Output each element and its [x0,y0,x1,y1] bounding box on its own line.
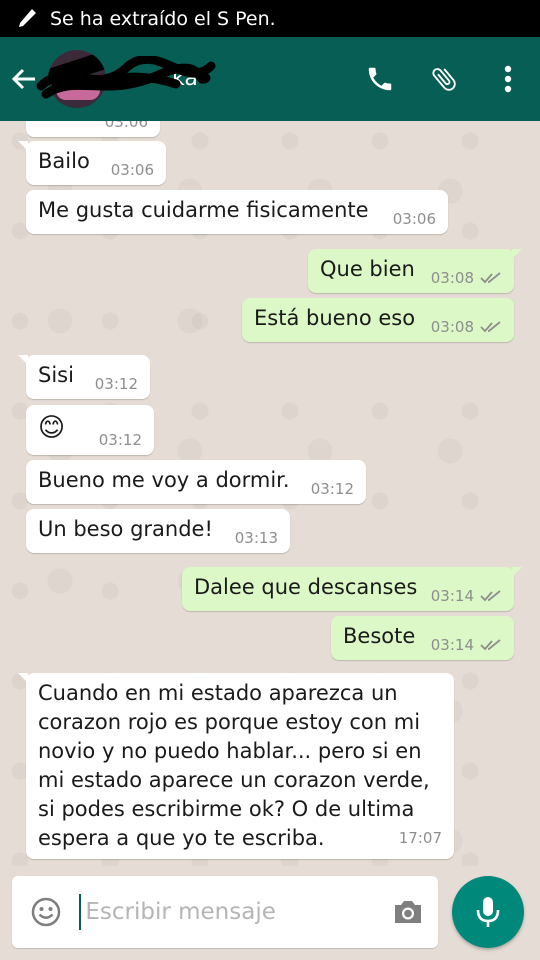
status-notification: Se ha extraído el S Pen. [50,7,276,30]
camera-icon [395,901,422,923]
message-bubble-incoming: Bueno me voy a dormir. 03:12 [26,460,366,504]
message-meta: 03:14 [431,636,502,654]
message-text: Está bueno eso [254,306,416,330]
message-time: 03:12 [94,375,138,393]
message-time: 17:07 [398,829,442,847]
message-bubble-incoming: Un beso grande! 03:13 [26,509,290,553]
message-list[interactable]: 03:06 Bailo 03:06 Me gusta cuidarme fisi… [0,121,540,866]
message-text: Sisi [38,363,74,387]
message-bubble-outgoing: Que bien 03:08 [308,249,522,293]
smiley-icon [31,897,60,927]
message-bubble-incoming: 😊 03:12 [26,405,154,455]
message-text: Dalee que descanses [194,575,418,599]
message-text: Que bien [320,257,415,281]
message-time: 03:06 [392,210,436,228]
more-vert-icon [504,65,512,93]
more-options-button[interactable] [476,37,540,121]
status-bar: Se ha extraído el S Pen. [0,0,540,37]
paperclip-icon [432,68,456,91]
message-time: 03:12 [310,480,354,498]
message-text: Un beso grande! [38,517,213,541]
message-text: Me gusta cuidarme fisicamente [38,198,369,222]
smiley-emoji: 😊 [38,413,66,443]
composer-bar [0,866,540,960]
message-time: 03:12 [98,431,142,449]
message-time: 03:06 [110,161,154,179]
mic-button[interactable] [452,876,524,948]
message-meta: 03:08 [431,269,502,287]
attach-button[interactable] [412,37,476,121]
message-text: Bailo [38,149,90,173]
message-input[interactable] [79,894,379,930]
call-button[interactable] [348,37,412,121]
message-text: Bueno me voy a dormir. [38,468,290,492]
message-bubble-outgoing: Está bueno eso 03:08 [242,298,514,342]
phone-icon [368,67,392,91]
message-text: Cuando en mi estado aparezca un corazon … [38,681,430,850]
mic-icon [476,897,500,927]
message-meta: 03:14 [431,587,502,605]
message-text: Besote [343,624,416,648]
message-time: 03:08 [430,269,474,287]
message-bubble-incoming: 03:06 [26,121,160,137]
back-arrow-icon [11,68,35,90]
message-bubble-incoming: Sisi 03:12 [18,355,150,399]
double-check-icon [480,272,501,284]
message-time: 03:13 [234,529,278,547]
double-check-icon [480,590,501,602]
message-bubble-outgoing: Besote 03:14 [331,616,514,660]
chat-header: ka [0,37,540,121]
double-check-icon [480,639,501,651]
message-bubble-incoming: Cuando en mi estado aparezca un corazon … [18,673,454,859]
camera-button[interactable] [378,876,438,948]
double-check-icon [480,321,501,333]
message-bubble-incoming: Me gusta cuidarme fisicamente 03:06 [26,190,448,234]
message-time: 03:14 [430,636,474,654]
contact-name[interactable]: ka [36,56,226,99]
message-bubble-incoming: Bailo 03:06 [18,141,166,185]
message-time: 03:14 [430,587,474,605]
message-time: 03:06 [104,121,148,131]
pen-icon [14,6,40,32]
message-time: 03:08 [430,318,474,336]
redaction-scribble [36,56,216,99]
message-bubble-outgoing: Dalee que descanses 03:14 [182,567,522,611]
emoji-button[interactable] [12,876,79,948]
message-input-box [12,876,438,948]
message-meta: 03:08 [431,318,502,336]
